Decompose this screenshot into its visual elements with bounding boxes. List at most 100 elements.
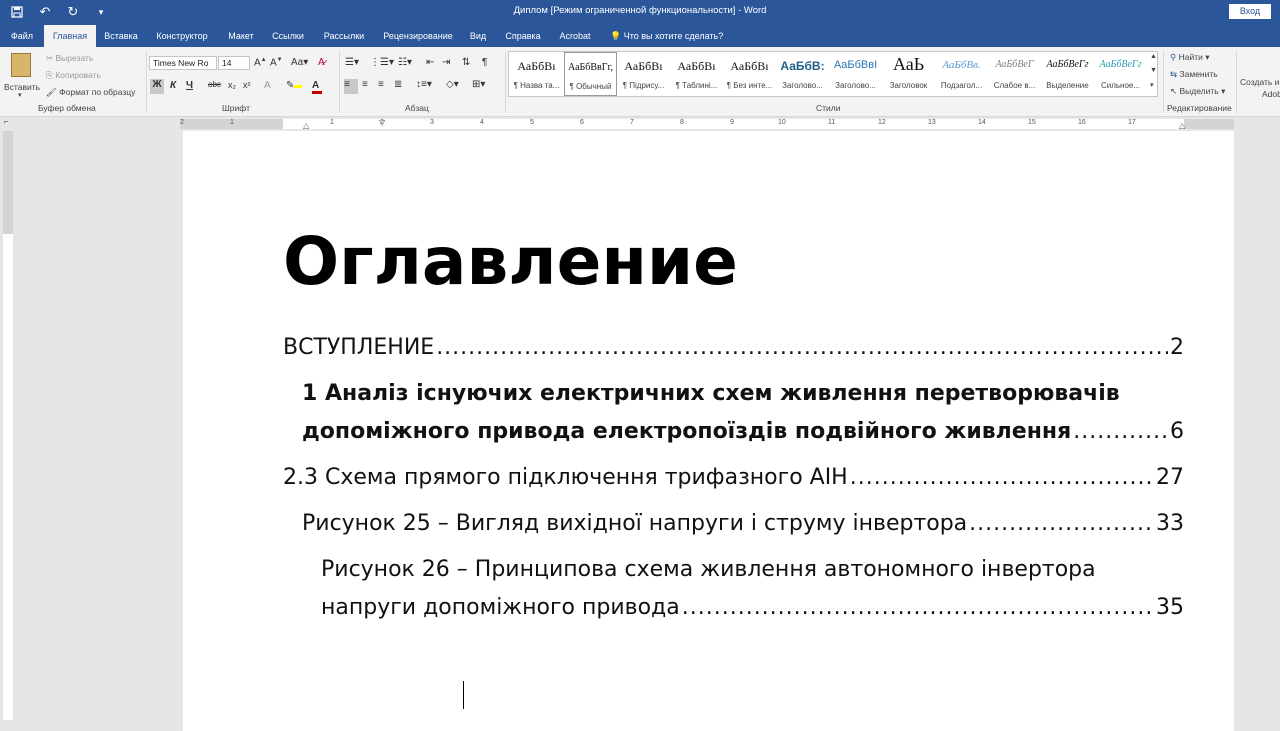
copy-button[interactable]: ⎘ Копировать xyxy=(46,70,101,81)
borders-icon[interactable]: ⊞▾ xyxy=(472,79,485,90)
style-name: Сильное... xyxy=(1100,81,1141,90)
tab-design[interactable]: Конструктор xyxy=(150,25,214,47)
tab-help[interactable]: Справка xyxy=(500,25,546,47)
style-sample: АаБбВı xyxy=(624,59,663,73)
right-indent-marker[interactable]: △ xyxy=(1179,121,1185,130)
ruler-number: 11 xyxy=(828,119,836,126)
change-case-button[interactable]: Aa▾ xyxy=(291,57,308,68)
tab-layout[interactable]: Макет xyxy=(222,25,260,47)
ruler-number: 1 xyxy=(330,119,334,126)
replace-button[interactable]: ⇆ Заменить xyxy=(1170,69,1218,80)
ruler-number: 13 xyxy=(928,119,936,126)
underline-button[interactable]: Ч xyxy=(186,80,193,91)
font-color-icon[interactable]: A xyxy=(312,80,322,94)
gallery-scroll-down-icon[interactable]: ▼ xyxy=(1150,67,1157,74)
multilevel-list-icon[interactable]: ☷▾ xyxy=(398,57,412,68)
align-right-icon[interactable]: ≡ xyxy=(378,79,384,90)
font-name-select[interactable]: Times New Ro xyxy=(149,56,217,70)
format-painter-button[interactable]: 🖌 Формат по образцу xyxy=(46,87,135,98)
tab-acrobat[interactable]: Acrobat xyxy=(554,25,596,47)
increase-indent-icon[interactable]: ⇥ xyxy=(442,57,450,68)
style-item[interactable]: АаБбВеГг Сильное... xyxy=(1094,52,1147,96)
bullets-icon[interactable]: ☰▾ xyxy=(345,57,359,68)
toc-entry-text[interactable]: Рисунок 26 – Принципова схема живлення а… xyxy=(321,557,1096,582)
format-painter-label: Формат по образцу xyxy=(59,87,136,97)
tab-mailings[interactable]: Рассылки xyxy=(316,25,372,47)
style-item[interactable]: АаБбВı ¶ Таблині... xyxy=(670,52,723,96)
create-pdf-button[interactable]: Создать и xyxy=(1240,77,1279,87)
select-button[interactable]: ↖ Выделить ▾ xyxy=(1170,86,1225,97)
first-line-indent-marker[interactable]: ▽ xyxy=(379,118,385,127)
justify-icon[interactable]: ≣ xyxy=(394,79,402,90)
toc-entry-text[interactable]: 1 Аналіз існуючих електричних схем живле… xyxy=(302,381,1120,406)
shrink-font-icon[interactable]: A▼ xyxy=(270,57,283,68)
style-item[interactable]: АаБбВı ¶ Назва та... xyxy=(510,52,563,96)
decrease-indent-icon[interactable]: ⇤ xyxy=(426,57,434,68)
style-name: ¶ Таблині... xyxy=(675,81,718,90)
superscript-button[interactable]: x² xyxy=(243,80,251,90)
numbering-icon[interactable]: ⋮☰▾ xyxy=(370,57,394,68)
toc-entry[interactable]: допоміжного привода електропоїздів подві… xyxy=(302,419,1184,444)
ruler-number: 9 xyxy=(730,119,734,126)
find-button[interactable]: ⚲ Найти ▾ xyxy=(1170,52,1210,63)
toc-entry[interactable]: Рисунок 25 – Вигляд вихідної напруги і с… xyxy=(302,511,1184,536)
toc-entry[interactable]: ВСТУПЛЕНИЕ .............................… xyxy=(283,335,1184,360)
subscript-button[interactable]: x₂ xyxy=(228,80,236,90)
align-left-icon[interactable]: ≡ xyxy=(344,79,358,94)
tell-me-search[interactable]: 💡 Что вы хотите сделать? xyxy=(610,25,723,47)
style-item[interactable]: АаБбВı ¶ Без инте... xyxy=(723,52,776,96)
tab-home[interactable]: Главная xyxy=(44,25,96,47)
style-sample: АаБбВı xyxy=(730,59,769,73)
vertical-ruler[interactable] xyxy=(3,131,13,720)
window-title: Диплом [Режим ограниченной функционально… xyxy=(513,5,767,16)
tab-review[interactable]: Рецензирование xyxy=(378,25,458,47)
style-item[interactable]: АаБбВв. Подзагол... xyxy=(935,52,988,96)
ruler-number: 5 xyxy=(530,119,534,126)
highlight-icon[interactable]: ✎ xyxy=(286,80,303,91)
tab-selector-icon[interactable]: ⌐ xyxy=(4,117,9,126)
toc-entry[interactable]: напруги допоміжного привода ............… xyxy=(321,595,1184,620)
italic-button[interactable]: К xyxy=(170,80,176,91)
style-name: Подзагол... xyxy=(940,81,983,90)
style-item[interactable]: АаБбВеГ Слабое в... xyxy=(988,52,1041,96)
paste-label: Вставить xyxy=(4,82,41,92)
style-item[interactable]: АаБбВеГг Выделение xyxy=(1041,52,1094,96)
tab-file[interactable]: Файл xyxy=(4,25,40,47)
sort-icon[interactable]: ⇅ xyxy=(462,57,470,68)
toc-entry[interactable]: 2.3 Схема прямого підключення трифазного… xyxy=(283,465,1184,490)
hanging-indent-marker[interactable]: △ xyxy=(303,121,309,130)
tab-view[interactable]: Вид xyxy=(464,25,492,47)
style-item[interactable]: АаБбВı ¶ Підрису... xyxy=(617,52,670,96)
horizontal-ruler[interactable]: 2 1 1 2 3 4 5 6 7 8 9 10 11 12 13 14 15 … xyxy=(180,118,1234,130)
strikethrough-button[interactable]: abc xyxy=(208,80,221,89)
style-item[interactable]: АаЬ Заголовок xyxy=(882,52,935,96)
bold-button[interactable]: Ж xyxy=(150,79,164,94)
gallery-more-icon[interactable]: ▾ xyxy=(1150,81,1154,89)
vertical-ruler-top-margin xyxy=(3,131,13,234)
style-item[interactable]: АаБбВвI Заголово... xyxy=(829,52,882,96)
text-effects-icon[interactable]: A xyxy=(264,80,271,91)
gallery-scroll-up-icon[interactable]: ▲ xyxy=(1150,53,1157,60)
shading-icon[interactable]: ◇▾ xyxy=(446,79,459,90)
font-size-select[interactable]: 14 xyxy=(218,56,250,70)
show-marks-icon[interactable]: ¶ xyxy=(482,57,487,68)
cursor-icon: ↖ xyxy=(1170,86,1178,96)
paste-button[interactable]: Вставить ▾ xyxy=(4,51,41,99)
ruler-number: 3 xyxy=(430,119,434,126)
tab-references[interactable]: Ссылки xyxy=(266,25,310,47)
style-name: Выделение xyxy=(1046,81,1089,90)
signin-button[interactable]: Вход xyxy=(1229,4,1271,19)
document-page[interactable]: Оглавление ВСТУПЛЕНИЕ ..................… xyxy=(183,131,1234,731)
line-spacing-icon[interactable]: ↕≡▾ xyxy=(416,79,432,90)
clear-formatting-icon[interactable]: A̷ xyxy=(318,57,325,68)
style-item-normal[interactable]: АаБбВвГг, ¶ Обычный xyxy=(564,52,617,96)
strike-label: abc xyxy=(208,80,221,89)
font-name-value: Times New Ro xyxy=(153,58,209,68)
grow-font-icon[interactable]: A▲ xyxy=(254,57,267,68)
style-item[interactable]: АаБбВ: Заголово... xyxy=(776,52,829,96)
ruler-number: 6 xyxy=(580,119,584,126)
align-center-icon[interactable]: ≡ xyxy=(362,79,368,90)
cut-button[interactable]: ✂ Вырезать xyxy=(46,53,93,64)
style-sample: АаБбВеГг xyxy=(1099,59,1142,70)
tab-insert[interactable]: Вставка xyxy=(100,25,142,47)
